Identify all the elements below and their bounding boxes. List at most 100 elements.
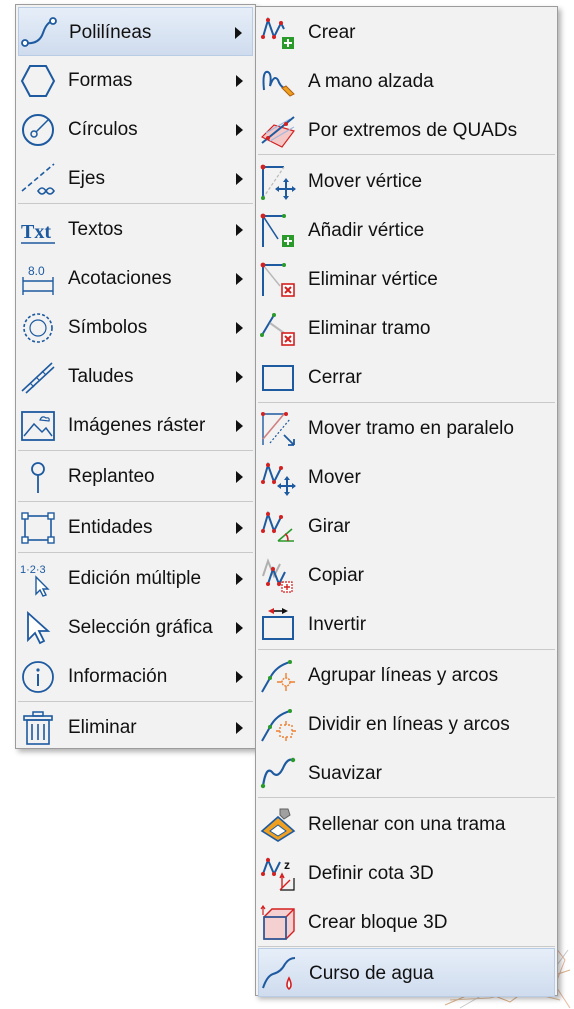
add-vertex-icon: [260, 213, 294, 247]
submenu-arrow-icon: [236, 722, 243, 734]
menu-item-imagenes-raster[interactable]: Imágenes ráster: [18, 401, 253, 450]
menu-item-textos[interactable]: Txt Textos: [18, 205, 253, 254]
menu-item-label: Eliminar: [68, 717, 137, 738]
menu-item-label: Cerrar: [308, 367, 362, 388]
menu-item-label: Curso de agua: [309, 963, 434, 984]
submenu-arrow-icon: [236, 124, 243, 136]
separator: [18, 203, 253, 204]
slope-icon: [21, 362, 55, 394]
cursor-arrow-icon: [27, 610, 51, 645]
menu-item-label: Círculos: [68, 119, 138, 140]
submenu-arrow-icon: [236, 471, 243, 483]
menu-item-label: Eliminar vértice: [308, 269, 438, 290]
submenu-arrow-icon: [236, 173, 243, 185]
menu-item-circulos[interactable]: Círculos: [18, 105, 253, 154]
separator: [258, 402, 555, 403]
menu-item-acotaciones[interactable]: 8.0 Acotaciones: [18, 254, 253, 303]
menu-item-informacion[interactable]: Información: [18, 652, 253, 701]
delete-vertex-icon: [260, 262, 295, 297]
menu-item-anadir-vertice[interactable]: Añadir vértice: [258, 206, 555, 255]
menu-item-entidades[interactable]: Entidades: [18, 503, 253, 552]
menu-item-mover[interactable]: Mover: [258, 453, 555, 502]
menu-item-label: Imágenes ráster: [68, 415, 206, 436]
menu-item-crear-bloque-3d[interactable]: Crear bloque 3D: [258, 898, 555, 947]
menu-item-label: Mover: [308, 467, 361, 488]
circle-icon: [22, 114, 54, 146]
menu-item-definir-cota-3d[interactable]: z Definir cota 3D: [258, 849, 555, 898]
menu-item-eliminar[interactable]: Eliminar: [18, 703, 253, 752]
menu-item-label: Por extremos de QUADs: [308, 120, 518, 141]
menu-item-mover-vertice[interactable]: Mover vértice: [258, 157, 555, 206]
menu-item-label: Dividir en líneas y arcos: [308, 714, 510, 735]
separator: [258, 649, 555, 650]
menu-item-label: Ejes: [68, 168, 105, 189]
info-icon: [22, 661, 54, 693]
rotate-icon: [261, 510, 294, 542]
z-icon-text: z: [284, 858, 290, 872]
menu-item-label: Girar: [308, 516, 351, 537]
menu-item-replanteo[interactable]: Replanteo: [18, 452, 253, 501]
txt-icon-text: Txt: [21, 221, 51, 243]
menu-item-girar[interactable]: Girar: [258, 502, 555, 551]
invert-icon: [262, 608, 294, 640]
menu-item-copiar[interactable]: Copiar: [258, 551, 555, 600]
menu-item-label: Rellenar con una trama: [308, 814, 506, 835]
polyline-add-icon: [261, 16, 294, 49]
menu-item-label: Información: [68, 666, 168, 687]
submenu-arrow-icon: [236, 322, 243, 334]
menu-item-simbolos[interactable]: Símbolos: [18, 303, 253, 352]
menu-item-label: Añadir vértice: [308, 220, 425, 241]
raster-image-icon: [21, 411, 55, 441]
menu-item-label: Acotaciones: [68, 268, 172, 289]
entities-icon: [21, 512, 55, 544]
menu-item-ejes[interactable]: Ejes: [18, 154, 253, 203]
multi-edit-icon: 1·2·3: [20, 564, 50, 597]
symbol-icon: [23, 313, 53, 343]
menu-item-label: Entidades: [68, 517, 153, 538]
menu-item-rellenar-trama[interactable]: Rellenar con una trama: [258, 800, 555, 849]
menu-item-dividir-lineas-arcos[interactable]: Dividir en líneas y arcos: [258, 700, 555, 749]
menu-item-a-mano-alzada[interactable]: A mano alzada: [258, 57, 555, 106]
polilineas-submenu: Crear A mano alzada Por extremos de QUAD…: [255, 6, 558, 997]
menu-item-seleccion-grafica[interactable]: Selección gráfica: [18, 603, 253, 652]
close-rectangle-icon: [262, 365, 294, 391]
submenu-arrow-icon: [236, 522, 243, 534]
group-lines-icon: [261, 660, 295, 693]
axis-infinity-icon: [21, 163, 55, 195]
menu-item-por-extremos-quads[interactable]: Por extremos de QUADs: [258, 106, 555, 155]
menu-item-label: Copiar: [308, 565, 364, 586]
separator: [18, 701, 253, 702]
menu-item-polilineas[interactable]: Polilíneas: [18, 7, 253, 56]
menu-item-label: Selección gráfica: [68, 617, 213, 638]
fill-hatch-icon: [260, 808, 296, 842]
menu-item-label: Crear bloque 3D: [308, 912, 448, 933]
menu-item-label: Replanteo: [68, 466, 155, 487]
menu-item-label: Definir cota 3D: [308, 863, 434, 884]
menu-item-invertir[interactable]: Invertir: [258, 600, 555, 649]
menu-item-crear[interactable]: Crear: [258, 8, 555, 57]
split-lines-icon: [261, 709, 296, 742]
menu-item-label: Agrupar líneas y arcos: [308, 665, 499, 686]
menu-item-edicion-multiple[interactable]: 1·2·3 Edición múltiple: [18, 554, 253, 603]
menu-item-label: Suavizar: [308, 763, 382, 784]
menu-item-cerrar[interactable]: Cerrar: [258, 353, 555, 402]
menu-item-agrupar-lineas-arcos[interactable]: Agrupar líneas y arcos: [258, 651, 555, 700]
copy-icon: [262, 558, 293, 593]
submenu-arrow-icon: [236, 371, 243, 383]
menu-item-label: Polilíneas: [69, 22, 152, 43]
dimension-icon: 8.0: [22, 264, 54, 295]
menu-item-eliminar-tramo[interactable]: Eliminar tramo: [258, 304, 555, 353]
menu-item-curso-de-agua[interactable]: Curso de agua: [258, 948, 555, 997]
delete-segment-icon: [260, 313, 295, 346]
menu-item-mover-tramo-paralelo[interactable]: Mover tramo en paralelo: [258, 404, 555, 453]
menu-item-label: Crear: [308, 22, 356, 43]
elevation-3d-icon: z: [261, 857, 295, 891]
separator: [18, 552, 253, 553]
menu-item-formas[interactable]: Formas: [18, 56, 253, 105]
menu-item-taludes[interactable]: Taludes: [18, 352, 253, 401]
menu-item-label: Mover tramo en paralelo: [308, 418, 514, 439]
menu-item-label: Eliminar tramo: [308, 318, 431, 339]
submenu-arrow-icon: [236, 273, 243, 285]
menu-item-suavizar[interactable]: Suavizar: [258, 749, 555, 798]
menu-item-eliminar-vertice[interactable]: Eliminar vértice: [258, 255, 555, 304]
